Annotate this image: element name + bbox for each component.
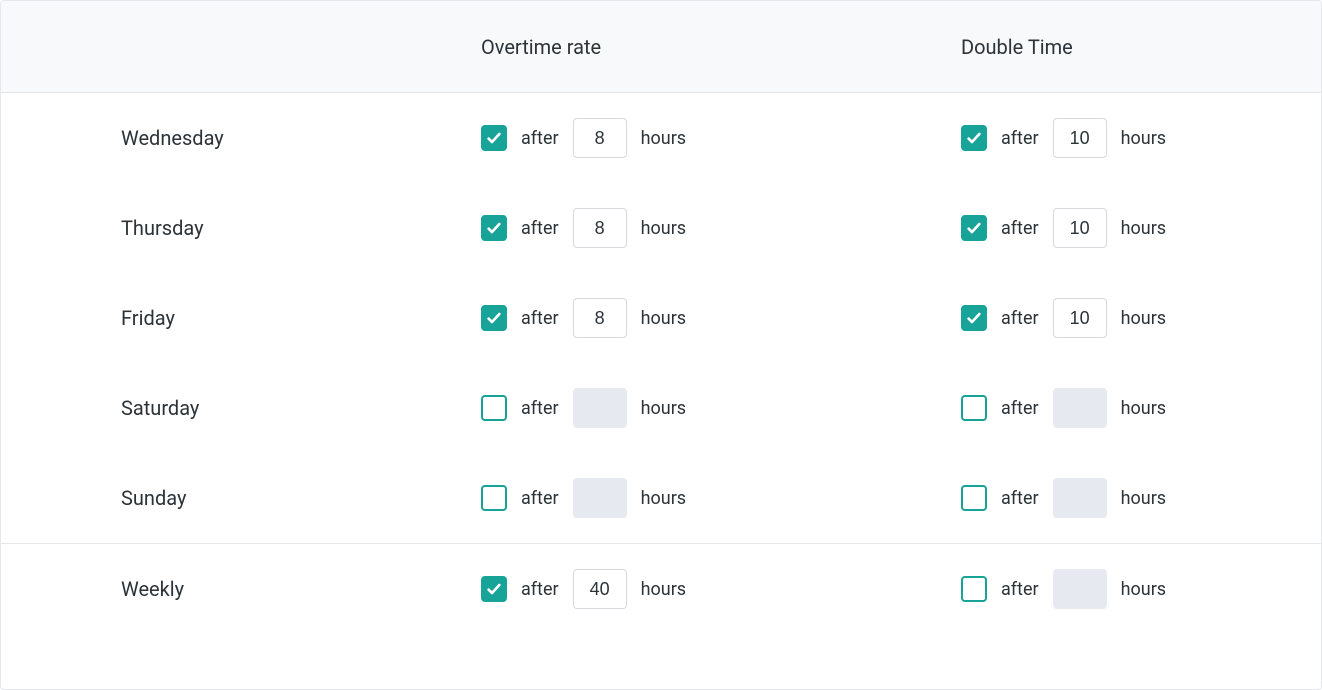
ot-hours-input[interactable] (573, 208, 627, 248)
after-label: after (521, 488, 559, 509)
dt-checkbox[interactable] (961, 215, 987, 241)
hours-label: hours (1121, 488, 1167, 509)
ot-checkbox[interactable] (481, 485, 507, 511)
ot-cell: after hours (481, 478, 961, 518)
check-icon (486, 130, 502, 146)
check-icon (486, 220, 502, 236)
header-doubletime: Double Time (961, 35, 1321, 59)
hours-label: hours (1121, 398, 1167, 419)
day-label: Wednesday (121, 126, 224, 150)
after-label: after (1001, 218, 1039, 239)
header-overtime: Overtime rate (481, 35, 961, 59)
after-label: after (1001, 579, 1039, 600)
hours-label: hours (1121, 128, 1167, 149)
after-label: after (521, 308, 559, 329)
ot-cell: after hours (481, 208, 961, 248)
day-label: Saturday (121, 396, 199, 420)
dt-checkbox[interactable] (961, 305, 987, 331)
dt-hours-input[interactable] (1053, 298, 1107, 338)
check-icon (966, 220, 982, 236)
overtime-row: Weekly after hours after hours (1, 544, 1321, 634)
dt-cell: after hours (961, 118, 1321, 158)
check-icon (486, 310, 502, 326)
after-label: after (1001, 398, 1039, 419)
ot-hours-input (573, 478, 627, 518)
dt-checkbox[interactable] (961, 395, 987, 421)
hours-label: hours (1121, 218, 1167, 239)
dt-hours-input (1053, 478, 1107, 518)
after-label: after (521, 398, 559, 419)
hours-label: hours (1121, 579, 1167, 600)
check-icon (486, 581, 502, 597)
ot-cell: after hours (481, 118, 961, 158)
dt-cell: after hours (961, 298, 1321, 338)
hours-label: hours (641, 308, 687, 329)
day-label: Sunday (121, 486, 186, 510)
dt-hours-input (1053, 388, 1107, 428)
hours-label: hours (641, 579, 687, 600)
day-label: Friday (121, 306, 175, 330)
ot-hours-input[interactable] (573, 569, 627, 609)
dt-hours-input[interactable] (1053, 208, 1107, 248)
hours-label: hours (1121, 308, 1167, 329)
ot-cell: after hours (481, 388, 961, 428)
overtime-row: Sunday after hours after hours (1, 453, 1321, 543)
hours-label: hours (641, 398, 687, 419)
dt-hours-input (1053, 569, 1107, 609)
overtime-row: Saturday after hours after hours (1, 363, 1321, 453)
ot-checkbox[interactable] (481, 215, 507, 241)
overtime-row: Friday after hours after hours (1, 273, 1321, 363)
after-label: after (521, 128, 559, 149)
day-label: Thursday (121, 216, 204, 240)
dt-checkbox[interactable] (961, 125, 987, 151)
dt-cell: after hours (961, 208, 1321, 248)
dt-cell: after hours (961, 478, 1321, 518)
day-label: Weekly (121, 577, 184, 601)
after-label: after (521, 218, 559, 239)
dt-hours-input[interactable] (1053, 118, 1107, 158)
ot-hours-input (573, 388, 627, 428)
ot-cell: after hours (481, 569, 961, 609)
ot-checkbox[interactable] (481, 125, 507, 151)
after-label: after (1001, 128, 1039, 149)
header-row: Overtime rate Double Time (1, 1, 1321, 93)
overtime-row: Wednesday after hours after hours (1, 93, 1321, 183)
ot-checkbox[interactable] (481, 576, 507, 602)
ot-cell: after hours (481, 298, 961, 338)
dt-cell: after hours (961, 388, 1321, 428)
ot-hours-input[interactable] (573, 118, 627, 158)
dt-checkbox[interactable] (961, 485, 987, 511)
dt-cell: after hours (961, 569, 1321, 609)
hours-label: hours (641, 128, 687, 149)
after-label: after (521, 579, 559, 600)
after-label: after (1001, 308, 1039, 329)
dt-checkbox[interactable] (961, 576, 987, 602)
after-label: after (1001, 488, 1039, 509)
hours-label: hours (641, 218, 687, 239)
ot-checkbox[interactable] (481, 305, 507, 331)
overtime-row: Thursday after hours after hours (1, 183, 1321, 273)
ot-checkbox[interactable] (481, 395, 507, 421)
overtime-settings-panel: Overtime rate Double Time Wednesday after… (0, 0, 1322, 690)
hours-label: hours (641, 488, 687, 509)
ot-hours-input[interactable] (573, 298, 627, 338)
check-icon (966, 310, 982, 326)
check-icon (966, 130, 982, 146)
